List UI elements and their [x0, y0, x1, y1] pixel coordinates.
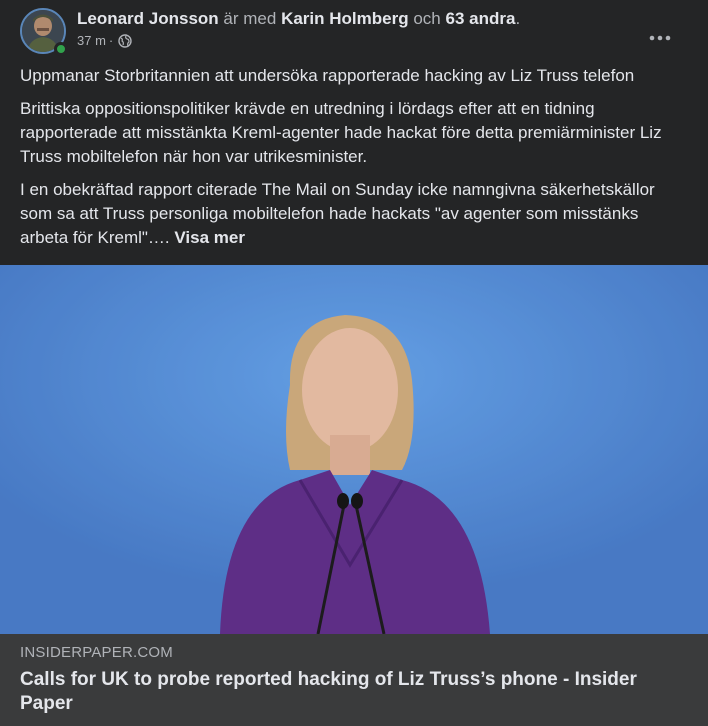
post-meta: 37 m ·	[77, 33, 132, 48]
separator-dot: ·	[108, 33, 114, 48]
more-options-button[interactable]	[644, 22, 676, 54]
link-title[interactable]: Calls for UK to probe reported hacking o…	[20, 668, 660, 716]
and-text: och	[413, 9, 441, 28]
others-link[interactable]: 63 andra	[446, 9, 516, 28]
post-paragraph: Brittiska oppositionspolitiker krävde en…	[20, 99, 662, 166]
more-dots-icon	[649, 35, 671, 41]
header-line: Leonard Jonsson är med Karin Holmberg oc…	[77, 9, 520, 29]
link-domain: INSIDERPAPER.COM	[20, 644, 173, 661]
timestamp[interactable]: 37 m	[77, 33, 106, 48]
globe-icon[interactable]	[118, 33, 132, 48]
post-card: Leonard Jonsson är med Karin Holmberg oc…	[0, 0, 708, 726]
link-preview-image[interactable]	[0, 265, 708, 634]
post-paragraph-text: I en obekräftad rapport citerade The Mai…	[20, 180, 655, 247]
author-name[interactable]: Leonard Jonsson	[77, 9, 219, 28]
see-more-link[interactable]: Visa mer	[174, 228, 245, 247]
post-header: Leonard Jonsson är med Karin Holmberg oc…	[20, 8, 690, 58]
period: .	[515, 9, 521, 28]
post-paragraph: Uppmanar Storbritannien att undersöka ra…	[20, 66, 635, 85]
with-text: är med	[223, 9, 277, 28]
post-paragraph: I en obekräftad rapport citerade The Mai…	[20, 178, 690, 250]
online-status-dot	[54, 42, 68, 56]
tagged-person[interactable]: Karin Holmberg	[281, 9, 409, 28]
link-preview-footer[interactable]: INSIDERPAPER.COM Calls for UK to probe r…	[0, 634, 708, 726]
speaker-photo	[0, 265, 708, 634]
post-text: Uppmanar Storbritannien att undersöka ra…	[20, 64, 690, 259]
